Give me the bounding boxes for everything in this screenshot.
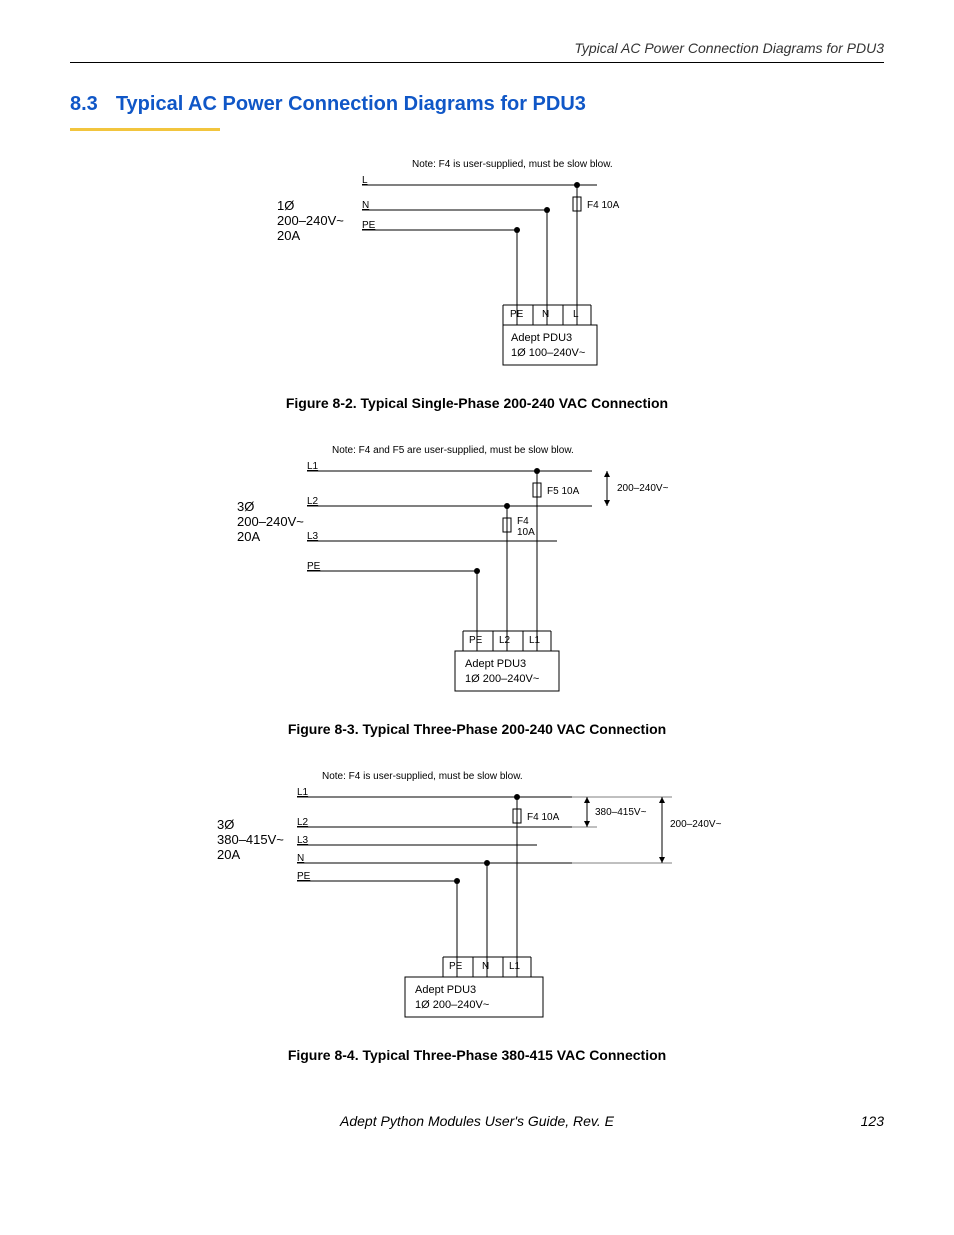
note-text: Note: F4 and F5 are user-supplied, must … [332, 445, 574, 456]
supply-current: 20A [237, 529, 260, 544]
diagram-three-phase-380-415: Note: F4 is user-supplied, must be slow … [217, 767, 737, 1037]
supply-current: 20A [217, 847, 240, 862]
pdu-box-line2: 1Ø 200–240V~ [465, 673, 539, 685]
voltage-arrow-label: 200–240V~ [617, 483, 669, 494]
wire-l2-label: L2 [307, 496, 319, 507]
wire-n-label: N [362, 200, 369, 211]
wire-l1-label: L1 [297, 787, 309, 798]
note-text: Note: F4 is user-supplied, must be slow … [322, 771, 523, 782]
diagram-three-phase-200-240: Note: F4 and F5 are user-supplied, must … [237, 441, 717, 711]
terminal-pe: PE [510, 309, 524, 320]
supply-current: 20A [277, 228, 300, 243]
section-heading: 8.3 Typical AC Power Connection Diagrams … [70, 93, 586, 122]
footer-doc-title: Adept Python Modules User's Guide, Rev. … [340, 1113, 614, 1129]
note-text: Note: F4 is user-supplied, must be slow … [412, 159, 613, 170]
fuse-f5-label: F5 10A [547, 486, 580, 497]
section-title: Typical AC Power Connection Diagrams for… [116, 93, 586, 115]
pdu-box-line1: Adept PDU3 [415, 984, 476, 996]
voltage-arrow-200-label: 200–240V~ [670, 819, 722, 830]
supply-phase: 3Ø [217, 817, 234, 832]
figure-8-2: Note: F4 is user-supplied, must be slow … [70, 155, 884, 411]
figure-8-2-caption: Figure 8-2. Typical Single-Phase 200-240… [70, 395, 884, 411]
wire-pe-label: PE [307, 561, 321, 572]
page-number: 123 [861, 1113, 884, 1129]
wire-pe-label: PE [362, 220, 376, 231]
supply-phase: 3Ø [237, 499, 254, 514]
wire-l-label: L [362, 175, 368, 186]
supply-voltage: 200–240V~ [237, 514, 304, 529]
diagram-single-phase: Note: F4 is user-supplied, must be slow … [267, 155, 687, 385]
terminal-pe: PE [449, 961, 463, 972]
figure-8-3: Note: F4 and F5 are user-supplied, must … [70, 441, 884, 737]
figure-8-4-caption: Figure 8-4. Typical Three-Phase 380-415 … [70, 1047, 884, 1063]
fuse-f4-label-line2: 10A [517, 527, 535, 538]
pdu-box-line2: 1Ø 200–240V~ [415, 999, 489, 1011]
fuse-f4-label-line1: F4 [517, 516, 529, 527]
wire-l2-label: L2 [297, 817, 309, 828]
terminal-pe: PE [469, 635, 483, 646]
supply-phase: 1Ø [277, 198, 294, 213]
wire-l1-label: L1 [307, 461, 319, 472]
running-header: Typical AC Power Connection Diagrams for… [70, 40, 884, 63]
pdu-box-line1: Adept PDU3 [511, 332, 572, 344]
supply-voltage: 200–240V~ [277, 213, 344, 228]
supply-voltage: 380–415V~ [217, 832, 284, 847]
voltage-arrow-380-label: 380–415V~ [595, 807, 647, 818]
terminal-n: N [542, 309, 549, 320]
wire-l3-label: L3 [307, 531, 319, 542]
fuse-f4-label: F4 10A [527, 812, 560, 823]
section-number: 8.3 [70, 93, 98, 115]
terminal-l1: L1 [509, 961, 521, 972]
pdu-box-line1: Adept PDU3 [465, 658, 526, 670]
terminal-l: L [573, 309, 579, 320]
wire-l3-label: L3 [297, 835, 309, 846]
heading-underline [70, 128, 220, 131]
terminal-n: N [482, 961, 489, 972]
wire-pe-label: PE [297, 871, 311, 882]
terminal-l1: L1 [529, 635, 541, 646]
figure-8-4: Note: F4 is user-supplied, must be slow … [70, 767, 884, 1063]
wire-n-label: N [297, 853, 304, 864]
fuse-f4-label: F4 10A [587, 200, 620, 211]
page-footer: Adept Python Modules User's Guide, Rev. … [70, 1113, 884, 1129]
pdu-box-line2: 1Ø 100–240V~ [511, 347, 585, 359]
figure-8-3-caption: Figure 8-3. Typical Three-Phase 200-240 … [70, 721, 884, 737]
terminal-l2: L2 [499, 635, 511, 646]
